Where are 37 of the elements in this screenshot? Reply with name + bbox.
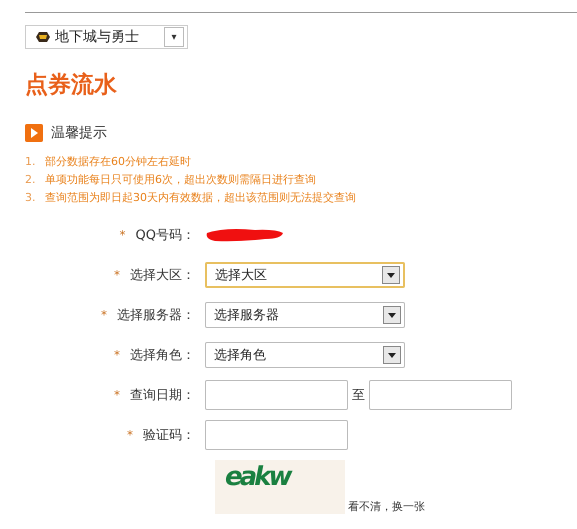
- field-label: QQ号码：: [136, 227, 195, 244]
- field-label: 选择角色：: [130, 347, 195, 364]
- tip-text: 部分数据存在60分钟左右延时: [45, 154, 191, 168]
- list-number: 2.: [25, 172, 36, 186]
- required-mark: *: [114, 268, 120, 282]
- required-mark: *: [127, 428, 133, 442]
- required-mark: *: [114, 348, 120, 362]
- field-label: 验证码：: [143, 427, 195, 444]
- required-mark: *: [101, 308, 107, 322]
- field-label: 查询日期：: [130, 387, 195, 404]
- caret-icon: [387, 272, 395, 278]
- caret-icon: [388, 352, 396, 358]
- dropdown-button[interactable]: ▾: [164, 27, 184, 47]
- captcha-field[interactable]: [205, 420, 348, 450]
- caret-icon: [388, 312, 396, 318]
- start-date-field[interactable]: [205, 380, 348, 410]
- required-mark: *: [120, 228, 126, 242]
- tips-heading: 温馨提示: [51, 124, 107, 142]
- play-icon: [25, 124, 43, 142]
- game-name: 地下城与勇士: [55, 28, 140, 46]
- tip-text: 单项功能每日只可使用6次，超出次数则需隔日进行查询: [45, 172, 316, 186]
- refresh-captcha-link[interactable]: 看不清，换一张: [348, 499, 425, 514]
- select-field[interactable]: 选择角色: [205, 342, 405, 368]
- select-field[interactable]: 选择服务器: [205, 302, 405, 328]
- field-label: 选择服务器：: [117, 307, 195, 324]
- tip-text: 查询范围为即日起30天内有效数据，超出该范围则无法提交查询: [45, 190, 356, 204]
- required-mark: *: [114, 388, 120, 402]
- end-date-field[interactable]: [369, 380, 512, 410]
- game-logo-icon: [35, 30, 51, 44]
- game-select[interactable]: 地下城与勇士 ▾: [25, 25, 188, 49]
- range-separator: 至: [352, 387, 365, 404]
- field-label: 选择大区：: [130, 267, 195, 284]
- captcha-image: eakw: [215, 460, 345, 514]
- page-title: 点券流水: [25, 71, 118, 100]
- list-number: 3.: [25, 190, 36, 204]
- select-field[interactable]: 选择大区: [205, 262, 405, 288]
- list-number: 1.: [25, 154, 36, 168]
